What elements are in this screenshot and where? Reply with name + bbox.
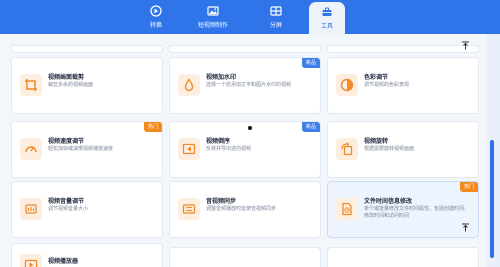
crop-icon <box>25 79 37 91</box>
convert-icon <box>150 5 162 17</box>
palette-icon <box>340 78 354 92</box>
top-nav-bar: 转换 短视频制作 分屏 工具 <box>0 0 500 34</box>
speedometer-icon <box>25 146 37 153</box>
tab-short-video[interactable]: 短视频制作 <box>188 0 238 34</box>
card-title: 视频倒序 <box>206 138 231 145</box>
card-title: 音视频同步 <box>206 198 237 205</box>
card-title: 视频加水印 <box>206 74 237 81</box>
card-description: 反转并导出逆向视频 <box>206 146 252 152</box>
card-title: 视频旋转 <box>364 138 389 145</box>
icon-box <box>178 138 200 160</box>
tab-convert[interactable]: 转换 <box>136 0 176 34</box>
card-title: 色彩调节 <box>364 74 389 81</box>
tool-card-color[interactable]: 色彩调节 调节视频的色彩表现 <box>328 58 478 113</box>
tool-card-crop[interactable]: 视频画面裁剪 裁剪多余的视频画面 <box>12 58 162 113</box>
tool-card-rotate[interactable]: 视频旋转 根据需要旋转视频画面 <box>328 122 478 177</box>
card-description: 根据需要旋转视频画面 <box>364 146 415 152</box>
tool-card-speed[interactable]: 视频速度调节 轻松加快或减慢视频播放速度 热门 <box>12 122 162 177</box>
card-description: 调节视频的色彩表现 <box>364 82 410 88</box>
tool-card-player[interactable]: 视频播放器 <box>12 244 162 267</box>
tool-card-av-sync[interactable]: 音视频同步 调整音频播放时延使音视频同步 <box>170 182 320 237</box>
card-description: 裁剪多余的视频画面 <box>48 82 94 88</box>
tool-card-file-time[interactable]: 文件时间信息修改 单个或批量修改文件时间属性，包括创建时间、修改时间和访问时间 … <box>328 182 478 237</box>
icon-box <box>336 198 358 220</box>
icon-box <box>178 198 200 220</box>
new-badge: 新品 <box>301 122 320 132</box>
image-icon <box>207 6 219 16</box>
tab-tools-label: 工具 <box>320 23 333 30</box>
partial-card <box>12 46 162 52</box>
card-description: 选择一个愿添加文字和图片水印的视频 <box>206 82 292 88</box>
tab-convert-label: 转换 <box>149 22 162 29</box>
split-screen-icon <box>270 6 282 16</box>
play-icon <box>24 259 38 267</box>
hot-badge: 热门 <box>143 122 162 132</box>
sync-icon <box>182 204 196 214</box>
card-description: 单个或批量修改文件时间属性，包括创建时间、修改时间和访问时间 <box>364 206 470 219</box>
toolbox-icon <box>322 7 332 16</box>
card-description: 调整音频播放时延使音视频同步 <box>206 206 277 212</box>
scrollbar-thumb[interactable] <box>490 140 494 258</box>
hot-badge: 热门 <box>459 182 478 192</box>
card-title: 视频音量调节 <box>48 198 85 205</box>
mouse-cursor <box>248 126 252 130</box>
card-title: 视频画面裁剪 <box>48 74 85 81</box>
icon-box <box>20 254 42 267</box>
new-badge: 新品 <box>301 58 320 68</box>
icon-box <box>20 74 42 96</box>
rewind-icon <box>182 143 196 155</box>
tab-tools[interactable]: 工具 <box>309 2 345 34</box>
card-title: 视频速度调节 <box>48 138 85 145</box>
back-to-top-button[interactable] <box>458 220 472 234</box>
tab-split-screen-label: 分屏 <box>269 22 282 29</box>
icon-box <box>336 74 358 96</box>
rotate-icon <box>341 142 353 156</box>
tool-card-watermark[interactable]: 视频加水印 选择一个愿添加文字和图片水印的视频 新品 <box>170 58 320 113</box>
tool-card-volume[interactable]: 视频音量调节 调节视频音量大小 <box>12 182 162 237</box>
droplet-icon <box>184 78 194 92</box>
card-title: 文件时间信息修改 <box>364 198 413 205</box>
tool-card-reverse[interactable]: 视频倒序 反转并导出逆向视频 新品 <box>170 122 320 177</box>
partial-card <box>170 46 320 52</box>
card-title: 视频播放器 <box>48 258 79 265</box>
partial-card[interactable] <box>170 248 320 267</box>
collapse-top-button[interactable] <box>458 38 472 52</box>
card-description: 轻松加快或减慢视频播放速度 <box>48 146 114 152</box>
icon-box <box>20 138 42 160</box>
icon-box <box>336 138 358 160</box>
arrow-up-to-top-icon <box>461 223 469 231</box>
card-description: 调节视频音量大小 <box>48 206 89 212</box>
arrow-up-to-top-icon <box>461 41 469 49</box>
icon-box <box>20 198 42 220</box>
tab-split-screen[interactable]: 分屏 <box>256 0 296 34</box>
file-time-icon <box>342 202 352 216</box>
volume-icon <box>25 204 37 214</box>
partial-card[interactable] <box>328 248 478 267</box>
partial-card <box>328 46 478 52</box>
tab-short-video-label: 短视频制作 <box>197 22 228 29</box>
icon-box <box>178 74 200 96</box>
